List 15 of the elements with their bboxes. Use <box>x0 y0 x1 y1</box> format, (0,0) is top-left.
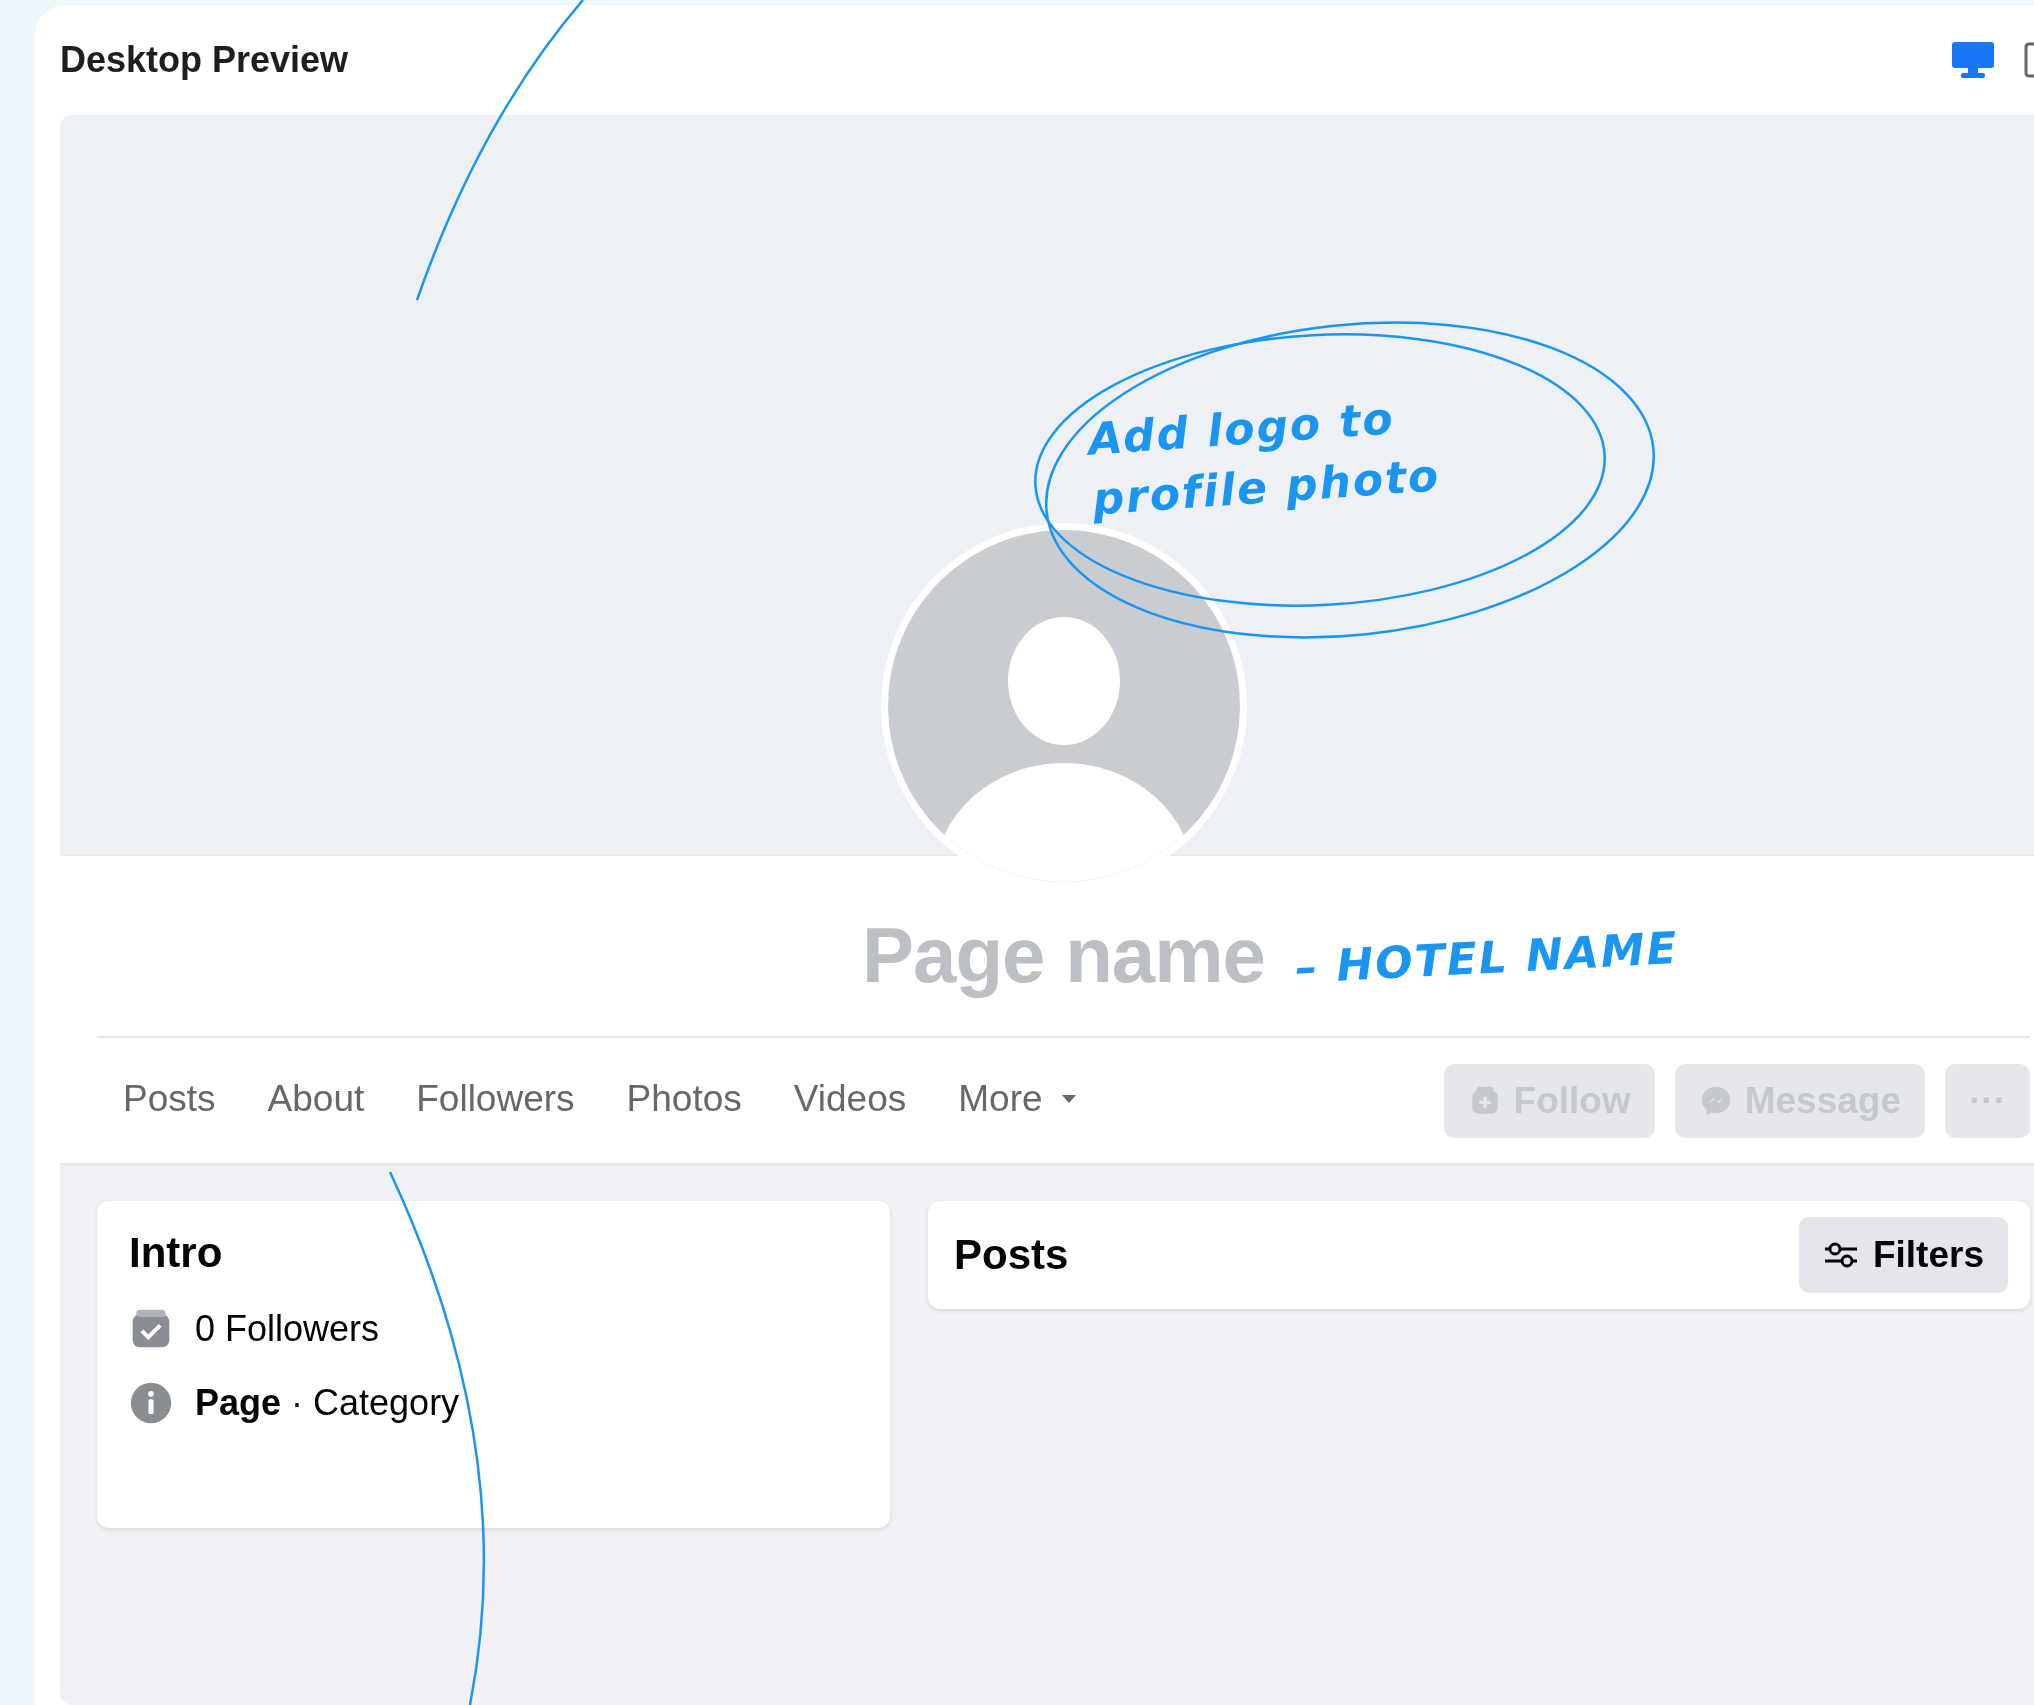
posts-heading: Posts <box>954 1231 1070 1279</box>
profile-tab[interactable]: Photos <box>600 1059 768 1142</box>
profile-tab[interactable]: More <box>932 1059 1103 1142</box>
intro-heading: Intro <box>129 1229 224 1277</box>
profile-tab[interactable]: Followers <box>390 1059 601 1142</box>
page-name: Page name <box>862 910 1265 1001</box>
handwritten-note: Add logo to profile photo <box>1086 391 1443 527</box>
profile-tab[interactable]: Videos <box>767 1059 933 1142</box>
intro-detail: Page · Category <box>195 1382 460 1424</box>
window-title: Desktop Preview <box>60 39 350 81</box>
intro-detail: 0 Followers <box>195 1308 380 1350</box>
profile-tab[interactable]: About <box>241 1059 391 1142</box>
filters-button[interactable]: Filters <box>1798 1217 2008 1293</box>
profile-tab[interactable]: Posts <box>97 1059 242 1142</box>
handwritten-note: – HOTEL NAME <box>1293 922 1680 993</box>
